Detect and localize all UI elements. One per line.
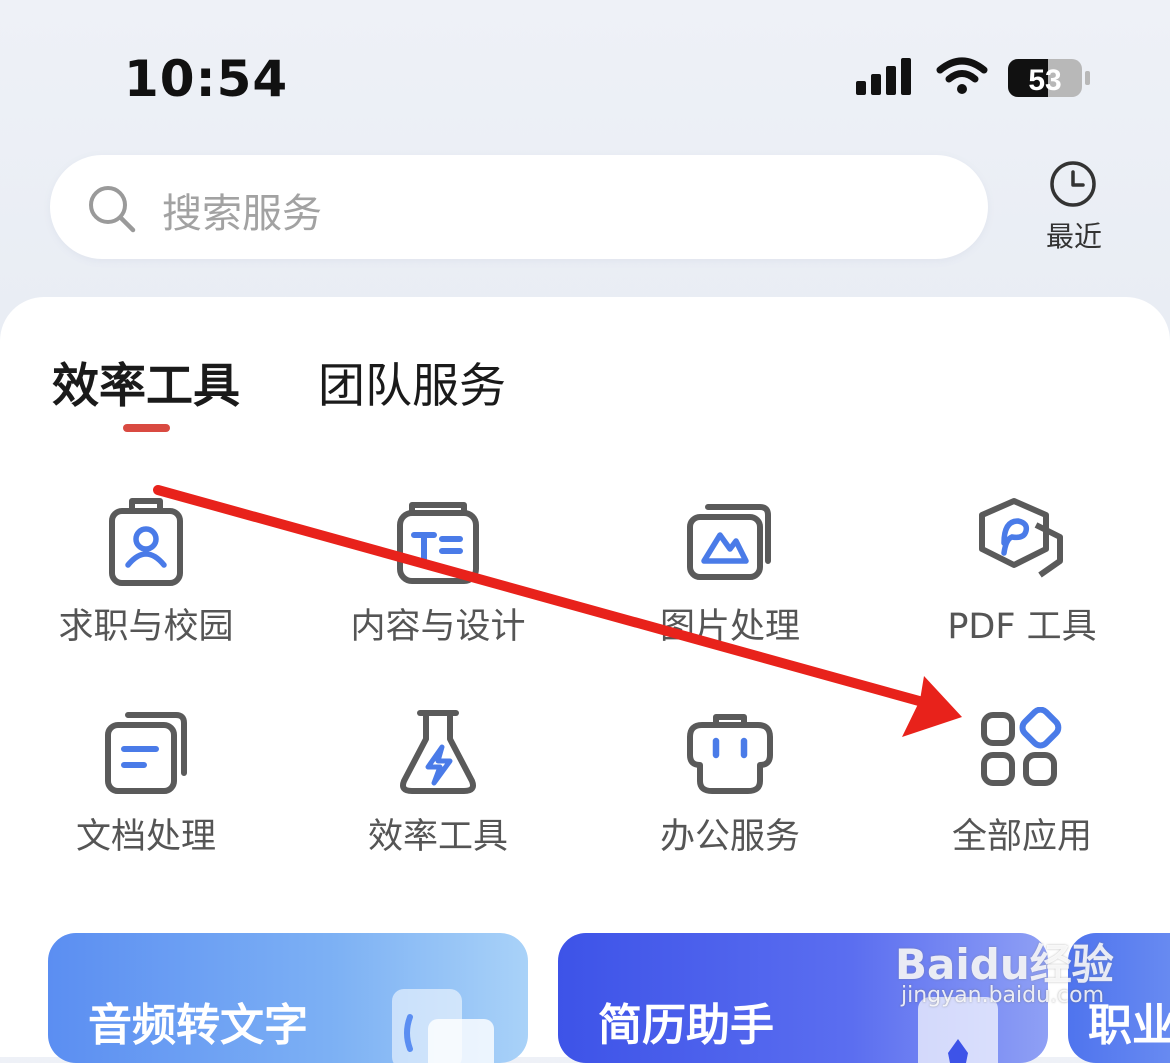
id-badge-icon: [109, 498, 183, 586]
status-time: 10:54: [124, 50, 289, 108]
card-resume-assistant[interactable]: 简历助手: [558, 933, 1048, 1063]
grid-item-document-processing[interactable]: 文档处理: [16, 707, 276, 867]
resume-icon: [918, 997, 998, 1063]
battery-level-text: 53: [1028, 64, 1061, 97]
document-stack-icon: [105, 712, 187, 794]
card-title: 音频转文字: [88, 1000, 308, 1051]
grid-label: 文档处理: [75, 817, 216, 857]
status-icons: 53: [856, 57, 1096, 101]
tools-panel: 效率工具 团队服务 求职与校园 内容与设计 图片处理 PDF 工具 文档处理 效…: [0, 297, 1170, 1063]
cellular-signal-icon: [856, 58, 911, 95]
grid-item-image-processing[interactable]: 图片处理: [600, 497, 860, 657]
flask-bolt-icon: [400, 710, 476, 794]
search-placeholder: 搜索服务: [162, 191, 322, 237]
recent-button[interactable]: 最近: [1036, 155, 1112, 255]
wifi-icon: [936, 57, 988, 94]
grid-label: 求职与校园: [58, 607, 234, 647]
grid-item-all-apps[interactable]: 全部应用: [892, 707, 1152, 867]
card-audio-to-text[interactable]: 音频转文字: [48, 933, 528, 1063]
battery-icon: 53: [1008, 59, 1090, 97]
image-stack-icon: [687, 504, 771, 580]
briefcase-icon: [687, 714, 773, 794]
text-design-icon: [397, 502, 479, 584]
search-input[interactable]: 搜索服务: [50, 155, 988, 259]
grid-label: 办公服务: [659, 817, 800, 857]
grid-label: PDF 工具: [947, 607, 1097, 647]
card-title: 职业: [1088, 1000, 1170, 1051]
recent-label: 最近: [1045, 220, 1102, 253]
grid-label: 内容与设计: [350, 607, 526, 647]
tab-efficiency-tools[interactable]: 效率工具: [52, 347, 240, 416]
grid-item-content-design[interactable]: 内容与设计: [308, 497, 568, 657]
grid-label: 图片处理: [659, 607, 800, 647]
grid-item-job-campus[interactable]: 求职与校园: [16, 497, 276, 657]
card-title: 简历助手: [598, 1000, 774, 1051]
grid-label: 效率工具: [367, 817, 508, 857]
pdf-hexagon-icon: [979, 498, 1063, 578]
card-career[interactable]: 职业: [1068, 933, 1170, 1063]
active-tab-indicator: [123, 424, 170, 432]
grid-label: 全部应用: [951, 817, 1092, 857]
audio-to-text-icon: [392, 989, 494, 1063]
clock-icon: [1050, 161, 1096, 207]
search-icon: [89, 186, 136, 233]
grid-item-pdf-tools[interactable]: PDF 工具: [892, 497, 1152, 657]
grid-item-efficiency-tools[interactable]: 效率工具: [308, 707, 568, 867]
all-apps-grid-icon: [981, 707, 1062, 786]
tab-team-services[interactable]: 团队服务: [318, 347, 506, 416]
grid-item-office-services[interactable]: 办公服务: [600, 707, 860, 867]
